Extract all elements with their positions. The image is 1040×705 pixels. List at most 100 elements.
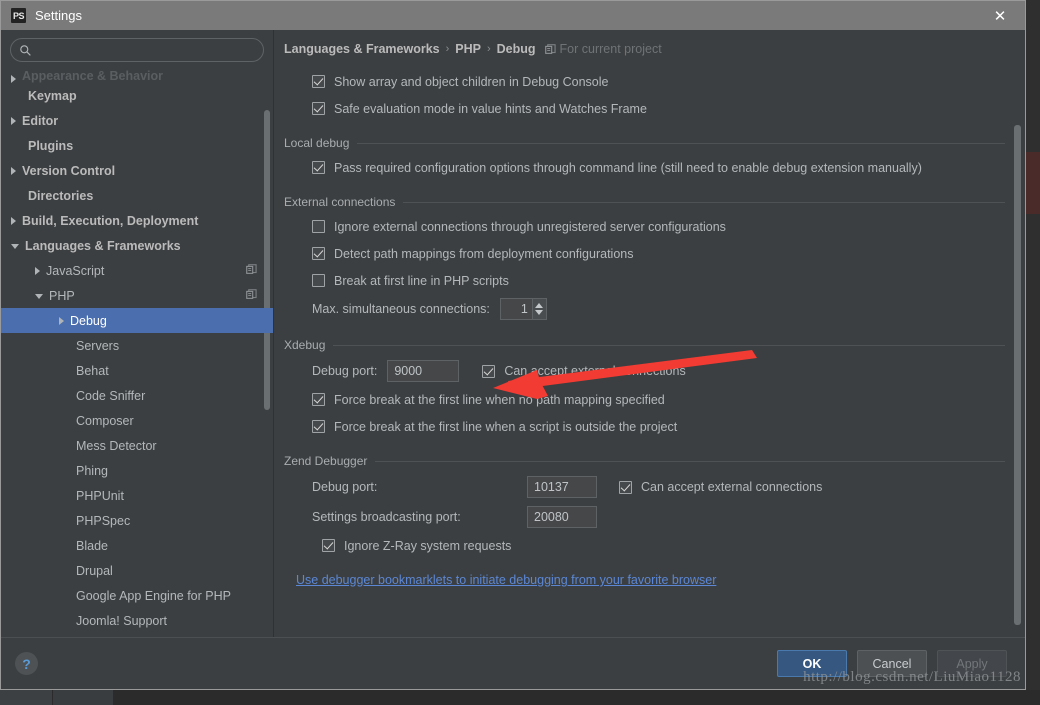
- zend-port-row: Debug port: Can accept external connecti…: [282, 472, 1005, 502]
- chevron-up-icon[interactable]: [535, 303, 544, 308]
- sidebar-item-drupal[interactable]: Drupal: [1, 558, 273, 583]
- dialog-footer: ? OK Cancel Apply http://blog.csdn.net/L…: [1, 637, 1025, 689]
- chevron-down-icon[interactable]: [535, 310, 544, 315]
- sidebar-item-label: Languages & Frameworks: [25, 238, 181, 253]
- xdebug-debug-port-input[interactable]: [387, 360, 460, 382]
- sidebar-item-build-execution-deployment[interactable]: Build, Execution, Deployment: [1, 208, 273, 233]
- sidebar-item-phpunit[interactable]: PHPUnit: [1, 483, 273, 508]
- chevron-right-icon[interactable]: [59, 316, 64, 325]
- sidebar-item-javascript[interactable]: JavaScript: [1, 258, 273, 283]
- zend-broadcast-port-input[interactable]: [527, 506, 597, 528]
- sidebar-item-php[interactable]: PHP: [1, 283, 273, 308]
- debug-option-row: Show array and object children in Debug …: [282, 68, 1005, 95]
- local-debug-options: Pass required configuration options thro…: [282, 154, 1005, 181]
- external-connection-option-row: Break at first line in PHP scripts: [282, 267, 1005, 294]
- section-header: External connections: [282, 195, 1005, 209]
- sidebar-item-label: JavaScript: [46, 263, 105, 278]
- sidebar-item-plugins[interactable]: Plugins: [1, 133, 273, 158]
- chevron-right-icon[interactable]: [11, 75, 16, 83]
- section-header: Zend Debugger: [282, 454, 1005, 468]
- top-options-group: Show array and object children in Debug …: [282, 68, 1005, 122]
- sidebar-item-label: Drupal: [76, 563, 113, 578]
- zend-debug-port-input[interactable]: [527, 476, 597, 498]
- sidebar-item-code-sniffer[interactable]: Code Sniffer: [1, 383, 273, 408]
- background-bottom-segment-1: [0, 690, 52, 705]
- background-red-marker: [1026, 152, 1040, 214]
- external-connection-option-checkbox-0[interactable]: [312, 220, 325, 233]
- phpstorm-app-icon: PS: [11, 8, 26, 23]
- xdebug-port-row: Debug port: Can accept external connecti…: [282, 356, 1005, 386]
- external-connection-option-checkbox-1[interactable]: [312, 247, 325, 260]
- external-connection-option-checkbox-2[interactable]: [312, 274, 325, 287]
- search-input[interactable]: [37, 43, 255, 57]
- xdebug-option-checkbox-0[interactable]: [312, 393, 325, 406]
- xdebug-options: Force break at the first line when no pa…: [282, 386, 1005, 440]
- max-connections-value[interactable]: 1: [499, 298, 532, 320]
- external-connection-option-row: Detect path mappings from deployment con…: [282, 240, 1005, 267]
- search-box[interactable]: [10, 38, 264, 62]
- debug-option-checkbox-1[interactable]: [312, 102, 325, 115]
- close-icon[interactable]: ✕: [983, 1, 1017, 30]
- sidebar-item-appearance-behavior[interactable]: Appearance & Behavior: [1, 67, 273, 83]
- sidebar-item-phing[interactable]: Phing: [1, 458, 273, 483]
- xdebug-option-label-0: Force break at the first line when no pa…: [334, 392, 665, 407]
- chevron-right-icon[interactable]: [11, 216, 16, 225]
- sidebar-item-joomla-support[interactable]: Joomla! Support: [1, 608, 273, 633]
- debug-option-checkbox-0[interactable]: [312, 75, 325, 88]
- sidebar-item-label: Google App Engine for PHP: [76, 588, 231, 603]
- stepper-buttons[interactable]: [531, 298, 547, 320]
- local-debug-option-checkbox-0[interactable]: [312, 161, 325, 174]
- sidebar-item-editor[interactable]: Editor: [1, 108, 273, 133]
- main-scrollbar-thumb[interactable]: [1014, 125, 1021, 625]
- sidebar-item-servers[interactable]: Servers: [1, 333, 273, 358]
- bookmarklets-link[interactable]: Use debugger bookmarklets to initiate de…: [282, 573, 716, 587]
- settings-sidebar: Appearance & Behavior Keymap Editor Plugins…: [1, 30, 274, 637]
- sidebar-item-google-app-engine-for-php[interactable]: Google App Engine for PHP: [1, 583, 273, 608]
- chevron-right-icon[interactable]: [11, 166, 16, 175]
- sidebar-item-composer[interactable]: Composer: [1, 408, 273, 433]
- zend-zray-row: Ignore Z-Ray system requests: [282, 532, 1005, 559]
- sidebar-item-label: Appearance & Behavior: [22, 69, 164, 83]
- sidebar-item-phpspec[interactable]: PHPSpec: [1, 508, 273, 533]
- debug-option-row: Safe evaluation mode in value hints and …: [282, 95, 1005, 122]
- sidebar-item-label: Version Control: [22, 163, 116, 178]
- breadcrumb-item-languages[interactable]: Languages & Frameworks: [284, 42, 440, 56]
- copy-icon: [246, 289, 257, 299]
- sidebar-item-keymap[interactable]: Keymap: [1, 83, 273, 108]
- sidebar-item-blade[interactable]: Blade: [1, 533, 273, 558]
- breadcrumb-separator: ›: [445, 43, 450, 55]
- breadcrumb-item-php[interactable]: PHP: [455, 42, 481, 56]
- sidebar-item-behat[interactable]: Behat: [1, 358, 273, 383]
- sidebar-item-label: Directories: [28, 188, 94, 203]
- xdebug-option-label-1: Force break at the first line when a scr…: [334, 419, 678, 434]
- chevron-right-icon[interactable]: [35, 266, 40, 275]
- section-header: Local debug: [282, 136, 1005, 150]
- help-icon[interactable]: ?: [15, 652, 38, 675]
- chevron-down-icon[interactable]: [35, 294, 43, 299]
- breadcrumb-separator: ›: [486, 43, 491, 55]
- debug-option-label-0: Show array and object children in Debug …: [334, 74, 609, 89]
- external-connection-option-label-1: Detect path mappings from deployment con…: [334, 246, 634, 261]
- max-connections-stepper[interactable]: 1: [499, 298, 547, 320]
- chevron-down-icon[interactable]: [11, 244, 19, 249]
- sidebar-item-debug[interactable]: Debug: [1, 308, 273, 333]
- watermark-text: http://blog.csdn.net/LiuMiao1128: [803, 669, 1021, 685]
- xdebug-option-checkbox-1[interactable]: [312, 420, 325, 433]
- sidebar-item-label: Servers: [76, 338, 120, 353]
- section-divider: [403, 201, 1005, 203]
- max-connections-row: Max. simultaneous connections: 1: [282, 294, 1005, 324]
- zend-ignore-zray-checkbox[interactable]: [322, 539, 335, 552]
- sidebar-item-label: Blade: [76, 538, 108, 553]
- settings-dialog: PS Settings ✕ Appearance & Behavior Keym…: [0, 0, 1026, 690]
- sidebar-item-directories[interactable]: Directories: [1, 183, 273, 208]
- sidebar-item-version-control[interactable]: Version Control: [1, 158, 273, 183]
- xdebug-can-accept-external-connections-checkbox[interactable]: [482, 364, 496, 378]
- chevron-right-icon[interactable]: [11, 116, 16, 125]
- local-debug-option-row: Pass required configuration options thro…: [282, 154, 1005, 181]
- zend-can-accept-external-connections-checkbox[interactable]: [619, 480, 632, 494]
- sidebar-item-label: Joomla! Support: [76, 613, 168, 628]
- xdebug-option-row: Force break at the first line when no pa…: [282, 386, 1005, 413]
- sidebar-item-mess-detector[interactable]: Mess Detector: [1, 433, 273, 458]
- sidebar-item-languages-frameworks[interactable]: Languages & Frameworks: [1, 233, 273, 258]
- breadcrumb-item-debug[interactable]: Debug: [497, 42, 536, 56]
